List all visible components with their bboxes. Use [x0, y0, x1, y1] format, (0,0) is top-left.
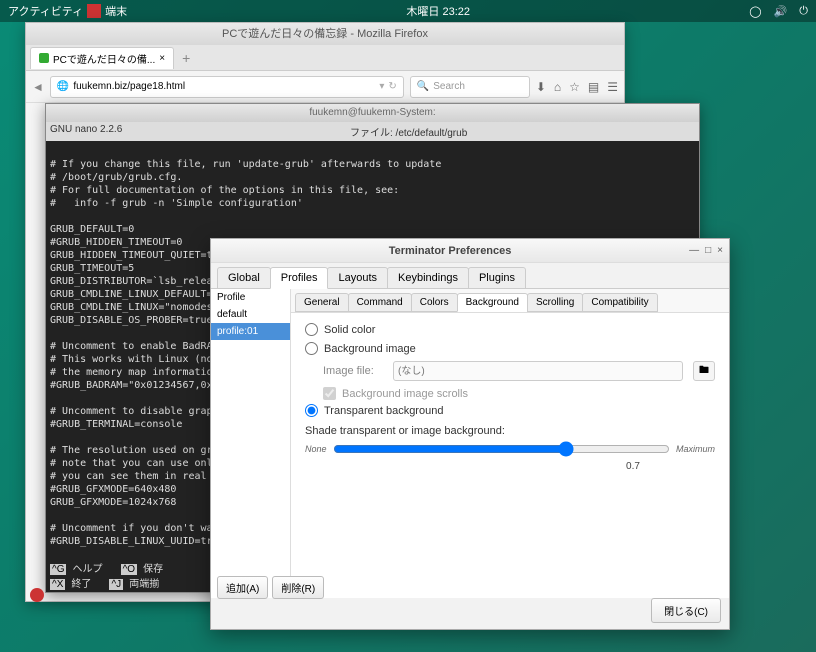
radio-image-input[interactable] — [305, 342, 318, 355]
tab-label: PCで遊んだ日々の備... — [53, 51, 155, 66]
add-profile-button[interactable]: 追加(A) — [217, 576, 268, 599]
url-text: fuukemn.biz/page18.html — [73, 81, 185, 92]
radio-image-label: Background image — [324, 343, 416, 355]
shade-min-label: None — [305, 444, 327, 454]
prefs-title: Terminator Preferences — [211, 245, 689, 257]
scroll-checkbox — [323, 387, 336, 400]
home-icon[interactable]: ⌂ — [554, 80, 561, 94]
minimize-icon[interactable]: — — [689, 245, 699, 256]
app-menu-label[interactable]: 端末 — [105, 3, 127, 19]
tab-plugins[interactable]: Plugins — [468, 267, 526, 289]
help-key: ^G — [50, 564, 66, 575]
profile-item[interactable]: profile:01 — [211, 323, 290, 340]
shade-value: 0.7 — [305, 461, 715, 472]
profiles-sidebar: Profiledefaultprofile:01 — [211, 289, 291, 598]
globe-icon: 🌐 — [57, 81, 69, 92]
gnome-topbar: アクティビティ 端末 木曜日 23:22 ◯ 🔊 ⏻ — [0, 0, 816, 22]
subtab-general[interactable]: General — [295, 293, 349, 312]
save-key: ^O — [121, 564, 137, 575]
image-file-input — [393, 361, 683, 381]
exit-label: 終了 — [71, 579, 91, 590]
radio-solid-label: Solid color — [324, 324, 375, 336]
activities-button[interactable]: アクティビティ — [8, 3, 83, 19]
tab-keybindings[interactable]: Keybindings — [387, 267, 469, 289]
prefs-titlebar: Terminator Preferences — □ × — [211, 239, 729, 263]
radio-transparent[interactable]: Transparent background — [305, 404, 715, 417]
shade-slider[interactable] — [333, 441, 670, 457]
firefox-tabstrip: PCで遊んだ日々の備... × + — [26, 45, 624, 71]
bookmark-icon[interactable]: ☆ — [569, 80, 580, 94]
close-button[interactable]: 閉じる(C) — [651, 598, 721, 623]
list-icon[interactable]: ▤ — [588, 80, 599, 94]
browser-tab[interactable]: PCで遊んだ日々の備... × — [30, 47, 174, 69]
background-panel: Solid color Background image Image file:… — [291, 313, 729, 482]
image-file-browse-button[interactable]: 🖿 — [693, 361, 715, 381]
tab-profiles[interactable]: Profiles — [270, 267, 329, 289]
dropdown-icon[interactable]: ▾ — [379, 81, 384, 92]
terminal-app-icon[interactable] — [87, 4, 101, 18]
search-placeholder: Search — [433, 81, 465, 92]
radio-solid-color[interactable]: Solid color — [305, 323, 715, 336]
maximize-icon[interactable]: □ — [705, 245, 711, 256]
clock[interactable]: 木曜日 23:22 — [127, 3, 749, 19]
profile-item[interactable]: Profile — [211, 289, 290, 306]
subtab-command[interactable]: Command — [348, 293, 412, 312]
download-icon[interactable]: ⬇ — [536, 80, 546, 94]
nano-version: GNU nano 2.2.6 — [50, 124, 122, 139]
radio-bg-image[interactable]: Background image — [305, 342, 715, 355]
search-icon: 🔍 — [417, 81, 429, 92]
nano-file-label: ファイル: /etc/default/grub — [122, 124, 695, 139]
preferences-window: Terminator Preferences — □ × GlobalProfi… — [210, 238, 730, 630]
firefox-titlebar: PCで遊んだ日々の備忘録 - Mozilla Firefox — [26, 23, 624, 45]
tab-layouts[interactable]: Layouts — [327, 267, 388, 289]
radio-solid-input[interactable] — [305, 323, 318, 336]
dock-app-icon[interactable] — [30, 588, 44, 602]
subtab-scrolling[interactable]: Scrolling — [527, 293, 583, 312]
nano-header: GNU nano 2.2.6 ファイル: /etc/default/grub — [46, 122, 699, 141]
subtab-compatibility[interactable]: Compatibility — [582, 293, 657, 312]
menu-icon[interactable]: ☰ — [607, 80, 618, 94]
reload-icon[interactable]: ↻ — [388, 81, 396, 92]
shade-label: Shade transparent or image background: — [305, 425, 715, 437]
tab-close-icon[interactable]: × — [159, 53, 165, 64]
new-tab-button[interactable]: + — [176, 50, 196, 66]
tab-global[interactable]: Global — [217, 267, 271, 289]
subtab-colors[interactable]: Colors — [411, 293, 458, 312]
radio-transparent-label: Transparent background — [324, 405, 443, 417]
remove-profile-button[interactable]: 削除(R) — [272, 576, 324, 599]
exit-key: ^X — [50, 579, 65, 590]
url-bar[interactable]: 🌐 fuukemn.biz/page18.html ▾ ↻ — [50, 76, 404, 98]
save-label: 保存 — [143, 564, 163, 575]
scroll-check-label: Background image scrolls — [342, 388, 468, 400]
close-icon[interactable]: × — [717, 245, 723, 256]
back-button[interactable]: ◄ — [32, 80, 44, 94]
terminal-titlebar: fuukemn@fuukemn-System: — [46, 104, 699, 122]
volume-icon[interactable]: 🔊 — [774, 5, 788, 18]
image-file-label: Image file: — [323, 365, 383, 377]
radio-transparent-input[interactable] — [305, 404, 318, 417]
prefs-sub-tabs: GeneralCommandColorsBackgroundScrollingC… — [291, 289, 729, 313]
a11y-icon[interactable]: ◯ — [749, 5, 761, 18]
profile-item[interactable]: default — [211, 306, 290, 323]
help-label: ヘルプ — [73, 564, 103, 575]
favicon-icon — [39, 53, 49, 63]
firefox-toolbar: ◄ 🌐 fuukemn.biz/page18.html ▾ ↻ 🔍 Search… — [26, 71, 624, 103]
subtab-background[interactable]: Background — [457, 293, 528, 312]
prefs-top-tabs: GlobalProfilesLayoutsKeybindingsPlugins — [211, 263, 729, 289]
power-icon[interactable]: ⏻ — [799, 5, 808, 18]
justify-label: 両端揃 — [129, 579, 159, 590]
search-bar[interactable]: 🔍 Search — [410, 76, 530, 98]
justify-key: ^J — [109, 579, 123, 590]
shade-max-label: Maximum — [676, 444, 715, 454]
